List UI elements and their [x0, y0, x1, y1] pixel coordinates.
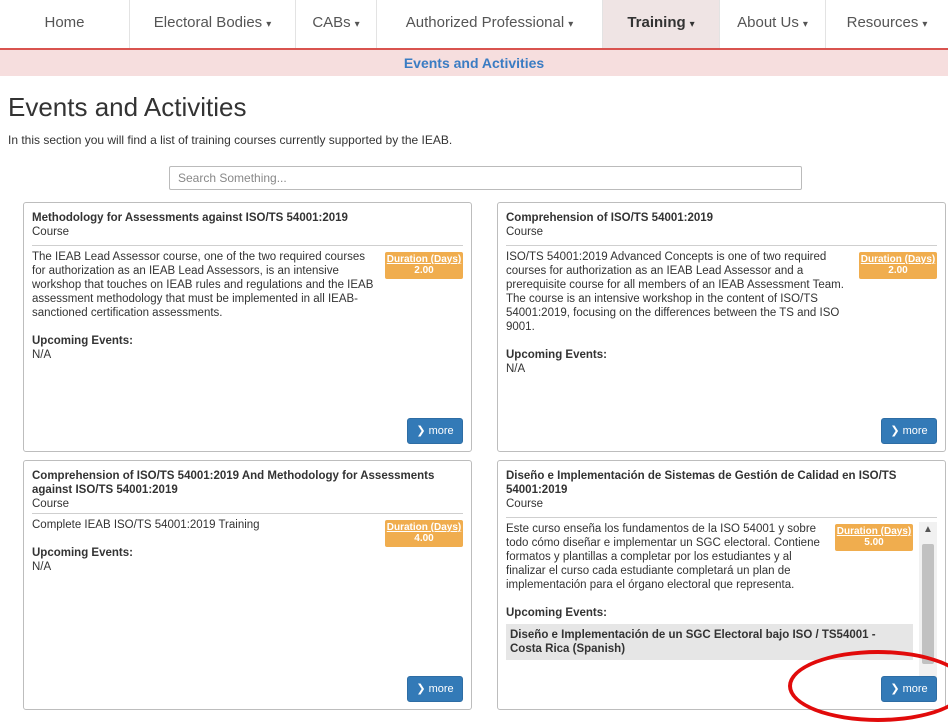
course-card: Methodology for Assessments against ISO/… [23, 202, 472, 452]
more-label: more [428, 683, 454, 695]
nav-item-about-us[interactable]: About Us ▾ [720, 0, 826, 48]
duration-badge: Duration (Days) 4.00 [385, 520, 463, 547]
duration-value: 4.00 [414, 533, 434, 544]
duration-label: Duration (Days) [386, 254, 462, 265]
nav-item-resources[interactable]: Resources ▾ [826, 0, 948, 48]
nav-item-label: Home [44, 14, 85, 31]
course-type: Course [506, 226, 544, 238]
course-card: Comprehension of ISO/TS 54001:2019 Cours… [497, 202, 946, 452]
course-body: Duration (Days) 2.00 ISO/TS 54001:2019 A… [506, 250, 937, 376]
course-title[interactable]: Comprehension of ISO/TS 54001:2019 [506, 211, 937, 225]
nav-item-label: About Us [737, 14, 799, 31]
nav-item-home[interactable]: Home [0, 0, 130, 48]
page-intro: In this section you will find a list of … [8, 133, 453, 147]
divider [506, 245, 937, 246]
chevron-down-icon: ▾ [266, 19, 272, 30]
course-body: Duration (Days) 2.00 The IEAB Lead Asses… [32, 250, 463, 362]
more-button[interactable]: ❯ more [407, 676, 463, 702]
upcoming-events-value: N/A [32, 561, 52, 573]
scrollbar-thumb[interactable] [922, 544, 934, 664]
chevron-down-icon: ▾ [689, 19, 695, 30]
chevron-down-icon: ▾ [922, 19, 928, 30]
course-type: Course [32, 498, 70, 510]
nav-item-electoral-bodies[interactable]: Electoral Bodies ▾ [130, 0, 296, 48]
search-input[interactable] [169, 166, 802, 190]
nav-item-label: Resources [846, 14, 919, 31]
more-label: more [428, 425, 454, 437]
duration-value: 2.00 [888, 265, 908, 276]
nav-item-authorized-professional[interactable]: Authorized Professional ▾ [377, 0, 603, 48]
upcoming-events-value: N/A [506, 363, 526, 375]
duration-value: 5.00 [864, 537, 884, 548]
nav-item-label: CABs [312, 14, 351, 31]
nav-item-label: Authorized Professional [405, 14, 565, 31]
course-title[interactable]: Comprehension of ISO/TS 54001:2019 And M… [32, 469, 463, 497]
upcoming-events-value: N/A [32, 349, 52, 361]
upcoming-events-label: Upcoming Events: [506, 607, 607, 619]
course-title[interactable]: Methodology for Assessments against ISO/… [32, 211, 463, 225]
course-body: Duration (Days) 4.00 Complete IEAB ISO/T… [32, 518, 463, 574]
page-title: Events and Activities [8, 92, 247, 122]
subnav-label: Events and Activities [403, 55, 545, 71]
nav-item-training[interactable]: Training ▾ [603, 0, 720, 48]
duration-label: Duration (Days) [386, 522, 462, 533]
chevron-up-icon[interactable]: ▲ [919, 522, 937, 538]
nav-item-label: Training [627, 14, 686, 31]
nav-item-label: Electoral Bodies [153, 14, 263, 31]
divider [32, 245, 463, 246]
duration-value: 2.00 [414, 265, 434, 276]
upcoming-events-label: Upcoming Events: [506, 349, 607, 361]
course-body-inner: Duration (Days) 5.00 Este curso enseña l… [506, 522, 913, 660]
course-type: Course [32, 226, 70, 238]
chevron-right-icon: ❯ [416, 425, 426, 437]
divider [506, 517, 937, 518]
duration-label: Duration (Days) [860, 254, 936, 265]
chevron-down-icon: ▾ [354, 19, 360, 30]
course-title[interactable]: Diseño e Implementación de Sistemas de G… [506, 469, 937, 497]
more-button[interactable]: ❯ more [407, 418, 463, 444]
more-label: more [902, 425, 928, 437]
upcoming-events-label: Upcoming Events: [32, 335, 133, 347]
upcoming-events-label: Upcoming Events: [32, 547, 133, 559]
chevron-right-icon: ❯ [416, 683, 426, 695]
nav-item-cabs[interactable]: CABs ▾ [296, 0, 377, 48]
more-button[interactable]: ❯ more [881, 418, 937, 444]
course-body: Duration (Days) 5.00 Este curso enseña l… [506, 522, 937, 660]
top-nav: Home Electoral Bodies ▾ CABs ▾ Authorized … [0, 0, 948, 50]
chevron-right-icon: ❯ [890, 425, 900, 437]
chevron-down-icon: ▾ [568, 19, 574, 30]
course-type: Course [506, 498, 544, 510]
divider [32, 513, 463, 514]
duration-badge: Duration (Days) 2.00 [859, 252, 937, 279]
duration-label: Duration (Days) [836, 526, 912, 537]
chevron-down-icon: ▾ [802, 19, 808, 30]
duration-badge: Duration (Days) 2.00 [385, 252, 463, 279]
course-card: Comprehension of ISO/TS 54001:2019 And M… [23, 460, 472, 710]
subnav-events-and-activities[interactable]: Events and Activities [0, 50, 948, 76]
duration-badge: Duration (Days) 5.00 [835, 524, 913, 551]
annotation-circle [788, 650, 948, 722]
